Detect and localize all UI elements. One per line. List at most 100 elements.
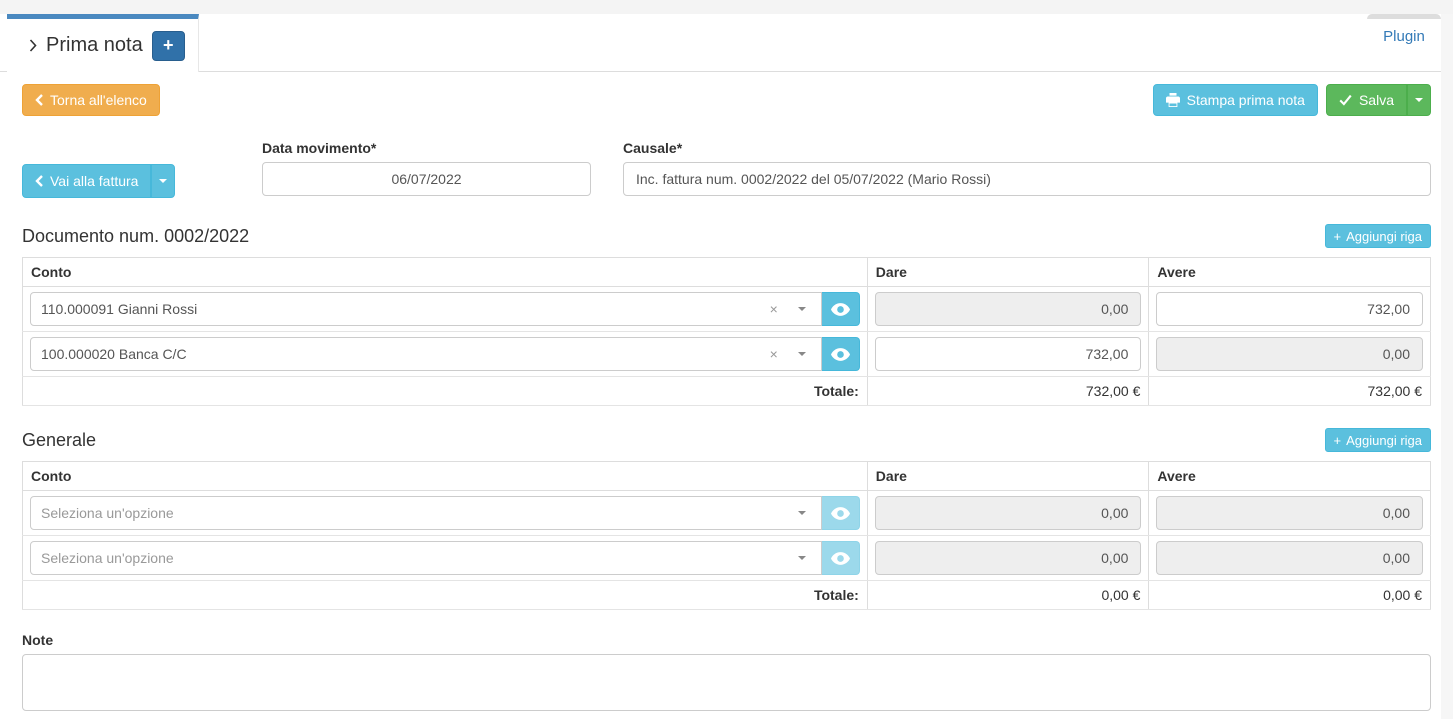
toolbar: Torna all'elenco Stampa prima nota Salva — [22, 84, 1431, 116]
save-button[interactable]: Salva — [1326, 84, 1407, 116]
general-section-title: Generale — [22, 430, 96, 451]
save-label: Salva — [1359, 92, 1394, 108]
date-label: Data movimento* — [262, 140, 591, 156]
caret-down-icon — [159, 179, 167, 183]
plugin-link[interactable]: Plugin — [1383, 28, 1425, 71]
conto-selected-value: 100.000020 Banca C/C — [41, 346, 770, 362]
goto-invoice-label: Vai alla fattura — [50, 173, 138, 189]
note-section: Note — [22, 632, 1431, 714]
general-add-row-button[interactable]: + Aggiungi riga — [1325, 428, 1431, 452]
document-total-row: Totale: 732,00 € 732,00 € — [23, 377, 1431, 406]
eye-icon — [831, 552, 850, 565]
date-field-group: Data movimento* — [262, 140, 591, 198]
page-top-strip — [0, 0, 1453, 14]
document-table-row: 110.000091 Gianni Rossi × — [23, 287, 1431, 332]
general-section-header: Generale + Aggiungi riga — [22, 428, 1431, 452]
chevron-down-icon — [798, 556, 806, 560]
dare-input[interactable] — [875, 337, 1142, 371]
tabbar-divider — [0, 71, 1441, 72]
general-total-avere: 0,00 € — [1149, 581, 1431, 610]
dare-input — [875, 496, 1142, 530]
causale-field-group: Causale* — [623, 140, 1431, 198]
chevron-right-icon — [29, 39, 37, 52]
chevron-left-icon — [35, 94, 43, 106]
document-col-dare: Dare — [867, 258, 1149, 287]
date-input[interactable] — [262, 162, 591, 196]
conto-select[interactable]: 110.000091 Gianni Rossi × — [30, 292, 822, 326]
document-table: Conto Dare Avere 110.000091 Gianni Rossi… — [22, 257, 1431, 406]
document-total-label: Totale: — [23, 377, 868, 406]
causale-label: Causale* — [623, 140, 1431, 156]
avere-input — [1156, 337, 1423, 371]
document-section-header: Documento num. 0002/2022 + Aggiungi riga — [22, 224, 1431, 248]
page-title: Prima nota — [46, 34, 143, 57]
general-total-label: Totale: — [23, 581, 868, 610]
back-to-list-label: Torna all'elenco — [50, 92, 147, 108]
check-icon — [1339, 94, 1352, 106]
clear-selection-icon[interactable]: × — [770, 302, 778, 316]
conto-select[interactable]: 100.000020 Banca C/C × — [30, 337, 822, 371]
view-account-button[interactable] — [822, 292, 860, 326]
general-col-dare: Dare — [867, 462, 1149, 491]
eye-icon — [831, 348, 850, 361]
clear-selection-icon[interactable]: × — [770, 347, 778, 361]
printer-icon — [1166, 93, 1180, 107]
general-col-conto: Conto — [23, 462, 868, 491]
eye-icon — [831, 303, 850, 316]
document-table-row: 100.000020 Banca C/C × — [23, 332, 1431, 377]
note-label: Note — [22, 632, 1431, 648]
general-table-header-row: Conto Dare Avere — [23, 462, 1431, 491]
avere-input[interactable] — [1156, 292, 1423, 326]
avere-input — [1156, 541, 1423, 575]
conto-selected-value: 110.000091 Gianni Rossi — [41, 301, 770, 317]
chevron-down-icon — [798, 511, 806, 515]
general-table-row: Seleziona un'opzione — [23, 536, 1431, 581]
header-form: Vai alla fattura Data movimento* Causale… — [22, 140, 1431, 198]
plus-icon: + — [1334, 433, 1342, 448]
add-prima-nota-button[interactable]: + — [152, 31, 185, 61]
document-table-header-row: Conto Dare Avere — [23, 258, 1431, 287]
goto-invoice-split-button: Vai alla fattura — [22, 164, 175, 198]
general-total-row: Totale: 0,00 € 0,00 € — [23, 581, 1431, 610]
save-split-button: Salva — [1326, 84, 1431, 116]
eye-icon — [831, 507, 850, 520]
conto-select-group: Seleziona un'opzione — [30, 496, 860, 530]
document-total-dare: 732,00 € — [867, 377, 1149, 406]
goto-invoice-dropdown-caret[interactable] — [151, 164, 175, 198]
general-table-row: Seleziona un'opzione — [23, 491, 1431, 536]
document-total-avere: 732,00 € — [1149, 377, 1431, 406]
document-add-row-label: Aggiungi riga — [1346, 229, 1422, 244]
plus-icon: + — [1334, 229, 1342, 244]
conto-select[interactable]: Seleziona un'opzione — [30, 541, 822, 575]
back-to-list-button[interactable]: Torna all'elenco — [22, 84, 160, 116]
general-total-dare: 0,00 € — [867, 581, 1149, 610]
conto-select-placeholder: Seleziona un'opzione — [41, 550, 798, 566]
view-account-button — [822, 541, 860, 575]
dare-input — [875, 292, 1142, 326]
chevron-left-icon — [35, 175, 43, 187]
conto-select-group: 100.000020 Banca C/C × — [30, 337, 860, 371]
print-prima-nota-button[interactable]: Stampa prima nota — [1153, 84, 1318, 116]
toolbar-right: Stampa prima nota Salva — [1153, 84, 1431, 116]
view-account-button[interactable] — [822, 337, 860, 371]
goto-invoice-button[interactable]: Vai alla fattura — [22, 164, 151, 198]
save-dropdown-caret[interactable] — [1407, 84, 1431, 116]
causale-input[interactable] — [623, 162, 1431, 196]
caret-down-icon — [1415, 98, 1423, 102]
general-add-row-label: Aggiungi riga — [1346, 433, 1422, 448]
print-prima-nota-label: Stampa prima nota — [1187, 92, 1305, 108]
conto-select-group: 110.000091 Gianni Rossi × — [30, 292, 860, 326]
document-col-conto: Conto — [23, 258, 868, 287]
prima-nota-page: Prima nota + Plugin Torna all'elenco Sta… — [0, 0, 1453, 719]
main-content: Torna all'elenco Stampa prima nota Salva — [0, 72, 1453, 714]
general-table: Conto Dare Avere Seleziona un'opzione — [22, 461, 1431, 610]
document-add-row-button[interactable]: + Aggiungi riga — [1325, 224, 1431, 248]
document-col-avere: Avere — [1149, 258, 1431, 287]
conto-select[interactable]: Seleziona un'opzione — [30, 496, 822, 530]
tab-plugin[interactable]: Plugin — [1367, 14, 1441, 71]
chevron-down-icon — [798, 352, 806, 356]
general-col-avere: Avere — [1149, 462, 1431, 491]
tab-prima-nota[interactable]: Prima nota + — [7, 14, 199, 72]
view-account-button — [822, 496, 860, 530]
note-textarea[interactable] — [22, 654, 1431, 711]
